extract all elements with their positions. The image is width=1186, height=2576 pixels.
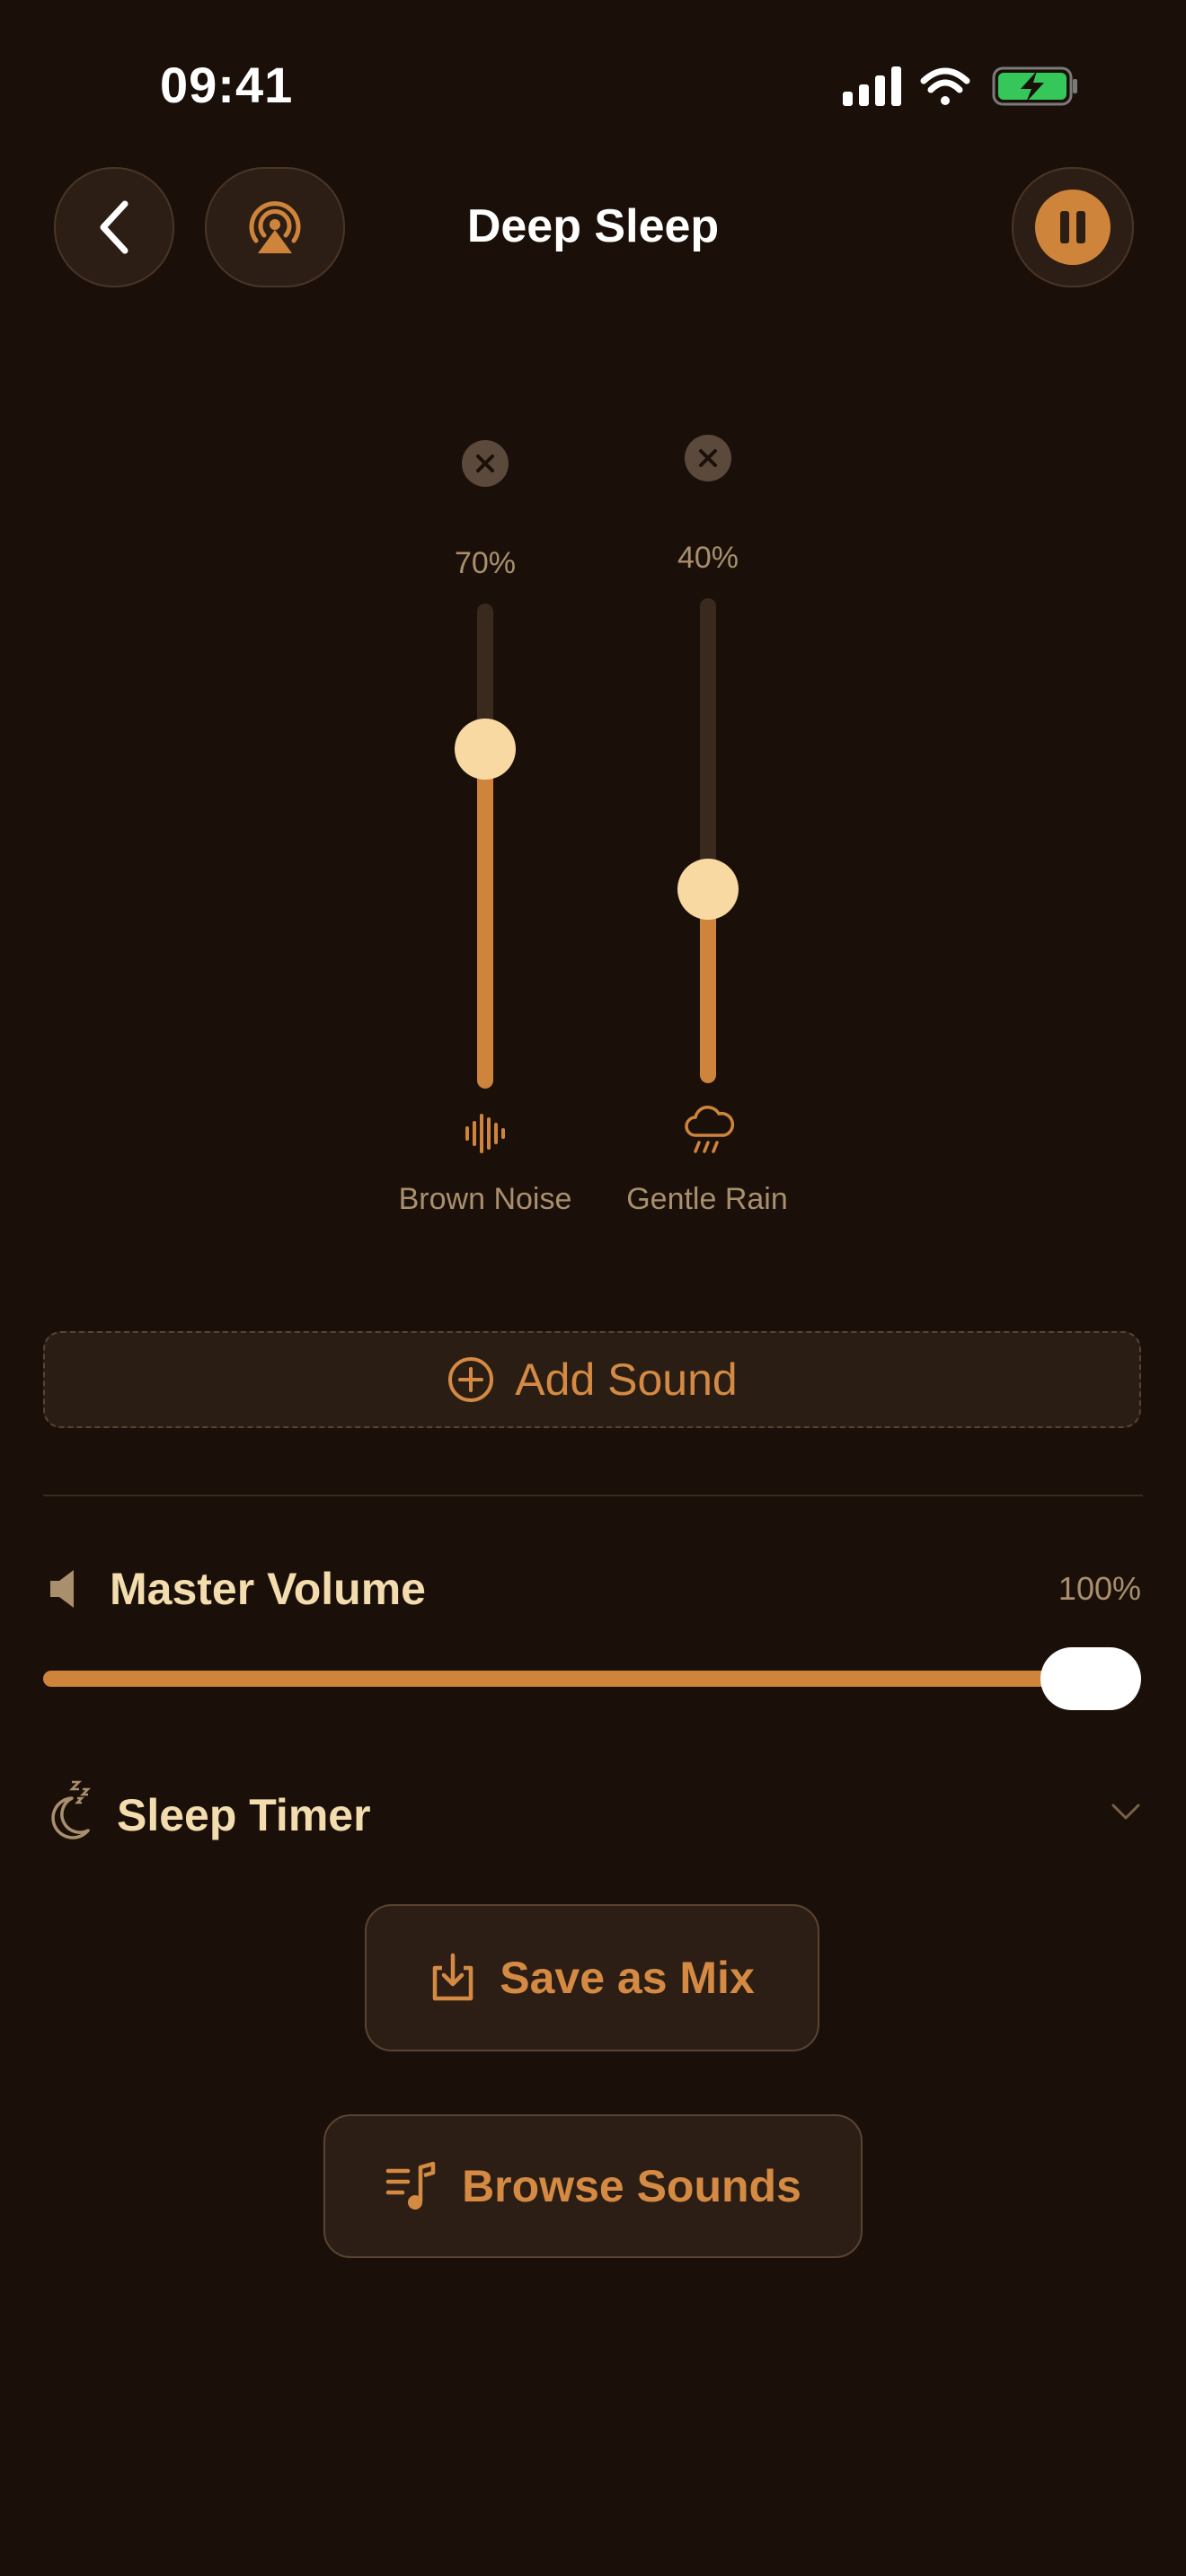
master-volume-slider-track[interactable]: [43, 1671, 1141, 1687]
divider: [43, 1495, 1143, 1496]
gentle-rain-label: Gentle Rain: [626, 1182, 788, 1216]
remove-gentle-rain-button[interactable]: [685, 435, 731, 481]
browse-sounds-label: Browse Sounds: [462, 2161, 801, 2211]
master-volume-slider-fill: [43, 1671, 1091, 1687]
battery-charging-icon: [992, 66, 1077, 106]
sleep-timer-label: Sleep Timer: [117, 1790, 371, 1840]
browse-sounds-button[interactable]: Browse Sounds: [323, 2114, 863, 2258]
brown-noise-volume-label: 70%: [454, 546, 517, 580]
status-icons: [843, 66, 1077, 106]
chevron-down-icon[interactable]: [1111, 1802, 1141, 1822]
add-sound-label: Add Sound: [515, 1354, 738, 1405]
close-icon: [699, 449, 717, 467]
master-volume-slider-thumb[interactable]: [1040, 1647, 1141, 1710]
add-sound-button[interactable]: Add Sound: [43, 1331, 1141, 1428]
speaker-icon: [50, 1570, 74, 1608]
save-as-mix-label: Save as Mix: [500, 1953, 755, 2003]
save-download-icon: [432, 1953, 474, 2001]
music-list-icon: [385, 2161, 436, 2210]
moon-sleep-icon: [51, 1780, 92, 1839]
gentle-rain-slider-thumb[interactable]: [677, 859, 739, 920]
remove-brown-noise-button[interactable]: [462, 440, 509, 487]
brown-noise-label: Brown Noise: [398, 1182, 572, 1216]
rain-cloud-icon: [685, 1106, 735, 1153]
status-time: 09:41: [160, 57, 294, 113]
master-volume-value: 100%: [1058, 1570, 1141, 1607]
brown-noise-slider-thumb[interactable]: [455, 719, 516, 780]
save-as-mix-button[interactable]: Save as Mix: [365, 1904, 819, 2051]
pause-button[interactable]: [1012, 167, 1134, 287]
page-title: Deep Sleep: [466, 200, 720, 252]
gentle-rain-slider-track[interactable]: [700, 598, 716, 1083]
waveform-icon: [465, 1114, 505, 1153]
pause-icon: [1035, 190, 1111, 265]
master-volume-label: Master Volume: [110, 1564, 426, 1614]
gentle-rain-volume-label: 40%: [677, 541, 739, 575]
cellular-signal-icon: [843, 66, 901, 106]
close-icon: [476, 454, 494, 472]
brown-noise-slider-track[interactable]: [477, 604, 493, 1089]
plus-circle-icon: [448, 1357, 494, 1402]
brown-noise-slider-fill: [477, 749, 493, 1089]
wifi-icon: [920, 67, 970, 105]
